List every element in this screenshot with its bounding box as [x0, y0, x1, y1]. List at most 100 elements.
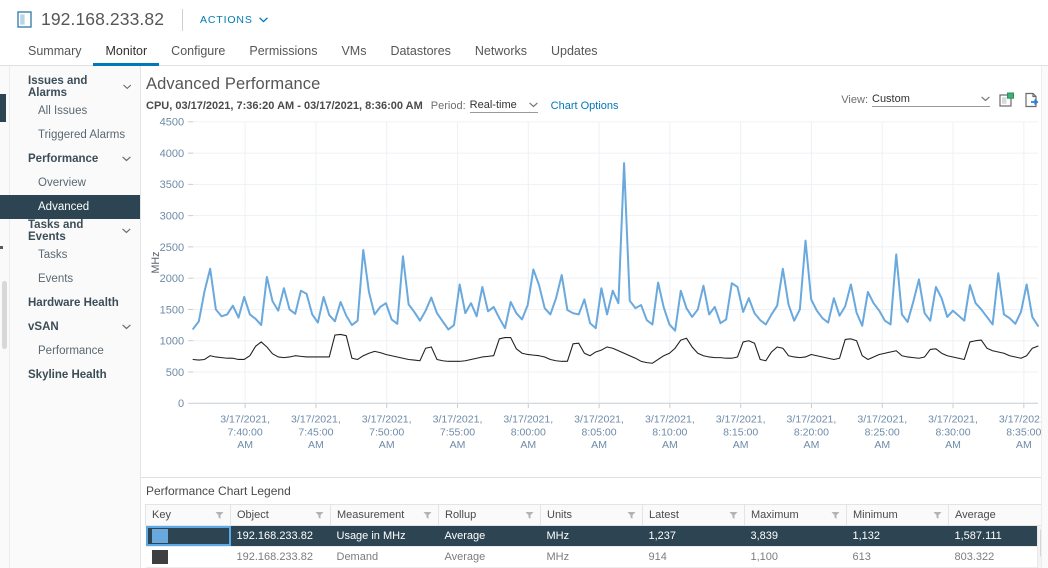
sidebar-item-hardware-health[interactable]: Hardware Health [10, 291, 140, 315]
filter-icon[interactable] [831, 511, 840, 520]
sidebar-item-events[interactable]: Events [10, 267, 140, 291]
vsphere-client-window: 192.168.233.82 ACTIONS Summary Monitor C… [0, 0, 1048, 568]
filter-icon[interactable] [215, 511, 224, 520]
performance-chart[interactable]: 0 500 1000 1500 2000 2500 3000 3500 4000 4500 MHz 3… [141, 116, 1048, 477]
filter-icon[interactable] [729, 511, 738, 520]
chevron-down-icon [122, 84, 131, 90]
export-chart-icon[interactable] [999, 92, 1015, 108]
svg-text:8:35:00: 8:35:00 [1006, 427, 1041, 438]
svg-text:8:25:00: 8:25:00 [865, 427, 900, 438]
svg-text:3000: 3000 [160, 211, 185, 223]
chevron-down-icon [528, 102, 538, 108]
sidebar-item-tasks[interactable]: Tasks [10, 243, 140, 267]
table-row[interactable]: 192.168.233.82 Demand Average MHz 914 1,… [145, 546, 1048, 568]
actions-button[interactable]: ACTIONS [200, 14, 268, 26]
tab-networks[interactable]: Networks [463, 44, 539, 66]
rail-collapse-handle[interactable] [0, 94, 6, 122]
legend-minimum: 613 [846, 546, 949, 568]
period-select[interactable]: Real-time [469, 99, 538, 113]
svg-text:0: 0 [178, 398, 184, 410]
column-header-average[interactable]: Average [948, 504, 1048, 526]
svg-text:8:30:00: 8:30:00 [935, 427, 970, 438]
svg-text:AM: AM [308, 440, 324, 451]
column-label: Key [152, 509, 171, 521]
column-header-object[interactable]: Object [230, 504, 331, 526]
chart-options-link[interactable]: Chart Options [551, 100, 619, 112]
tab-updates[interactable]: Updates [539, 44, 610, 66]
tab-vms[interactable]: VMs [329, 44, 378, 66]
svg-text:500: 500 [166, 367, 184, 379]
rail-marker [0, 246, 3, 249]
legend-measurement: Demand [330, 546, 439, 568]
svg-text:8:20:00: 8:20:00 [794, 427, 829, 438]
sidebar-group-tasks-and-events[interactable]: Tasks and Events [10, 219, 140, 243]
column-label: Minimum [853, 509, 898, 521]
filter-icon[interactable] [627, 511, 636, 520]
primary-tabbar: Summary Monitor Configure Permissions VM… [0, 39, 1048, 66]
column-header-rollup[interactable]: Rollup [438, 504, 541, 526]
column-header-minimum[interactable]: Minimum [846, 504, 949, 526]
legend-minimum: 1,132 [846, 525, 949, 547]
sidebar-group-label: Tasks and Events [28, 219, 84, 243]
column-header-measurement[interactable]: Measurement [330, 504, 439, 526]
sidebar-group-vsan[interactable]: vSAN [10, 315, 140, 339]
body-split: Issues and Alarms All Issues Triggered A… [0, 66, 1048, 568]
svg-text:3/17/2021,: 3/17/2021, [716, 415, 766, 426]
sidebar-group-issues-and-alarms[interactable]: Issues and Alarms [10, 75, 140, 99]
filter-icon[interactable] [525, 511, 534, 520]
view-controls: View: Custom [841, 92, 1040, 108]
svg-text:AM: AM [733, 440, 749, 451]
view-select[interactable]: Custom [872, 93, 990, 107]
column-label: Average [955, 509, 996, 521]
svg-text:AM: AM [450, 440, 466, 451]
sidebar-item-triggered-alarms[interactable]: Triggered Alarms [10, 123, 140, 147]
legend-average: 1,587.111 [948, 525, 1048, 547]
column-header-key[interactable]: Key [145, 504, 231, 526]
legend-maximum: 1,100 [744, 546, 847, 568]
svg-text:3/17/2021,: 3/17/2021, [291, 415, 341, 426]
filter-icon[interactable] [933, 511, 942, 520]
sidebar-group-performance[interactable]: Performance [10, 147, 140, 171]
tab-summary[interactable]: Summary [16, 44, 93, 66]
table-row[interactable]: 192.168.233.82 Usage in MHz Average MHz … [145, 525, 1048, 547]
column-header-maximum[interactable]: Maximum [744, 504, 847, 526]
column-header-units[interactable]: Units [540, 504, 643, 526]
svg-text:AM: AM [1016, 440, 1032, 451]
column-label: Latest [649, 509, 679, 521]
chevron-down-icon [258, 16, 268, 23]
filter-icon[interactable] [315, 511, 324, 520]
sidebar-item-all-issues[interactable]: All Issues [10, 99, 140, 123]
legend-average: 803.322 [948, 546, 1048, 568]
column-header-latest[interactable]: Latest [642, 504, 745, 526]
sidebar-item-advanced[interactable]: Advanced [0, 195, 140, 219]
sidebar-item-overview[interactable]: Overview [10, 171, 140, 195]
monitor-sidebar: Issues and Alarms All Issues Triggered A… [0, 66, 141, 568]
period-label: Period: [430, 100, 466, 112]
legend-table: Key Object Measurement Rollup Units Late… [145, 504, 1048, 568]
filter-icon[interactable] [423, 511, 432, 520]
host-icon [17, 11, 32, 28]
svg-text:3/17/2021,: 3/17/2021, [928, 415, 978, 426]
svg-text:3/17/2021,: 3/17/2021, [999, 415, 1044, 426]
svg-text:1000: 1000 [160, 336, 185, 348]
svg-text:8:10:00: 8:10:00 [652, 427, 687, 438]
series-color-swatch [151, 529, 168, 543]
sidebar-collapse-rail [0, 66, 10, 568]
tab-datastores[interactable]: Datastores [378, 44, 462, 66]
sidebar-item-skyline-health[interactable]: Skyline Health [10, 363, 140, 387]
svg-text:AM: AM [237, 440, 253, 451]
svg-text:2500: 2500 [160, 242, 185, 254]
sidebar-item-vsan-performance[interactable]: Performance [10, 339, 140, 363]
header-divider [182, 8, 184, 31]
legend-object: 192.168.233.82 [230, 525, 331, 547]
tab-monitor[interactable]: Monitor [93, 44, 160, 66]
column-label: Maximum [751, 509, 799, 521]
export-data-icon[interactable] [1024, 92, 1040, 108]
svg-text:AM: AM [591, 440, 607, 451]
rail-scrollbar-thumb[interactable] [2, 281, 7, 349]
tab-configure[interactable]: Configure [159, 44, 237, 66]
svg-text:8:15:00: 8:15:00 [723, 427, 758, 438]
period-value: Real-time [469, 99, 517, 111]
svg-text:AM: AM [379, 440, 395, 451]
tab-permissions[interactable]: Permissions [237, 44, 329, 66]
